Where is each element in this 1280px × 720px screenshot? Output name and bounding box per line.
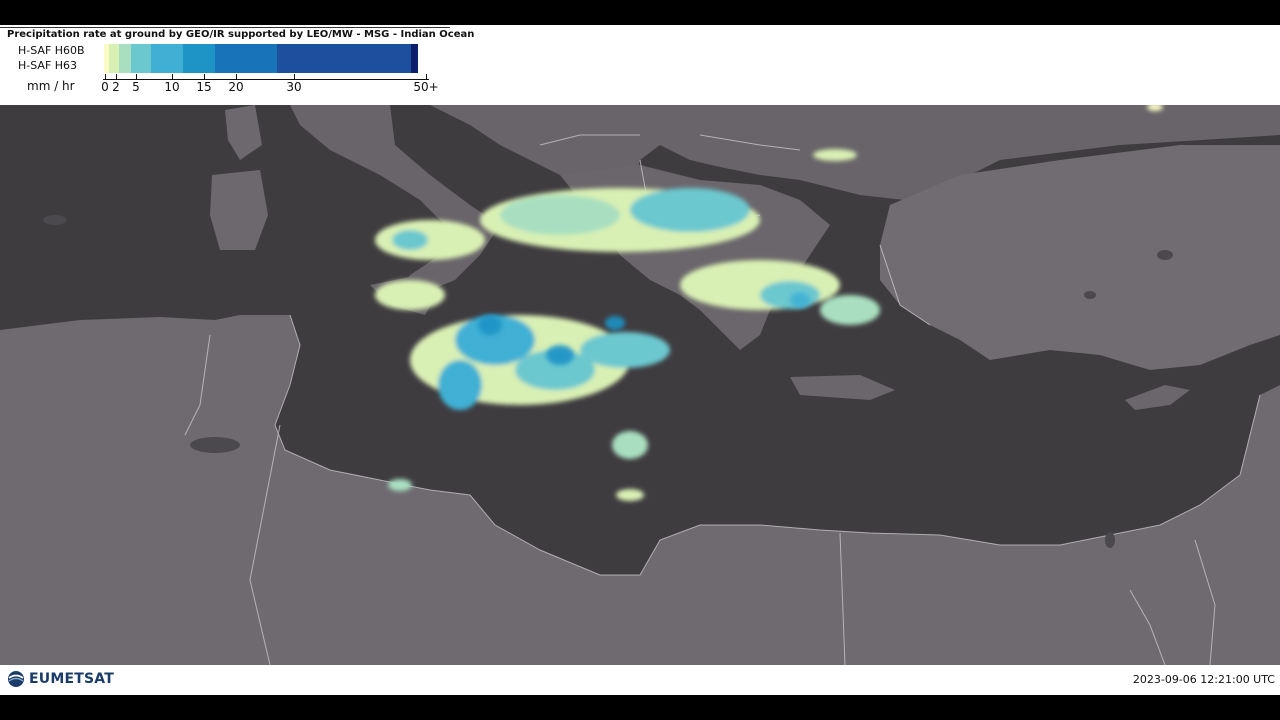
scale-swatch [411, 44, 418, 73]
scale-tick-label: 0 [101, 80, 109, 94]
product-label-h60b: H-SAF H60B [18, 44, 85, 57]
scale-tick [136, 74, 137, 79]
scale-tick [105, 74, 106, 79]
units-label: mm / hr [27, 79, 75, 93]
scale-tick-label: 2 [112, 80, 120, 94]
scale-swatch [151, 44, 183, 73]
scale-tick-label: 30 [286, 80, 302, 94]
letterbox-top [0, 0, 1280, 25]
scale-swatch [215, 44, 277, 73]
scale-tick-label: 10 [164, 80, 180, 94]
map-title: Precipitation rate at ground by GEO/IR s… [7, 29, 475, 40]
scale-tick-label: 5 [132, 80, 140, 94]
scale-tick [236, 74, 237, 79]
scale-tick-label: 50+ [413, 80, 439, 94]
land-sardinia [210, 170, 268, 250]
scale-tick-label: 15 [196, 80, 212, 94]
scale-tick [116, 74, 117, 79]
scale-swatch [109, 44, 119, 73]
scale-swatch [277, 44, 411, 73]
scale-tick [294, 74, 295, 79]
scale-tick [426, 74, 427, 79]
scale-ticks [103, 73, 429, 80]
scale-tick [204, 74, 205, 79]
title-rule [0, 27, 450, 28]
color-scale-bar [104, 44, 428, 73]
scale-swatch [183, 44, 215, 73]
globe-icon [8, 671, 24, 687]
precipitation-map[interactable] [0, 105, 1280, 665]
letterbox-bottom [0, 695, 1280, 720]
map-canvas [0, 105, 1280, 665]
eumetsat-logo[interactable]: EUMETSAT [7, 670, 114, 688]
logo-text: EUMETSAT [29, 671, 114, 687]
scale-swatch [131, 44, 151, 73]
scale-swatch [119, 44, 131, 73]
legend-header: Precipitation rate at ground by GEO/IR s… [0, 25, 1280, 105]
scale-tick-label: 20 [228, 80, 244, 94]
scale-tick [172, 74, 173, 79]
product-label-h63: H-SAF H63 [18, 59, 78, 72]
footer-bar: EUMETSAT 2023-09-06 12:21:00 UTC [0, 665, 1280, 695]
timestamp: 2023-09-06 12:21:00 UTC [1132, 673, 1275, 686]
